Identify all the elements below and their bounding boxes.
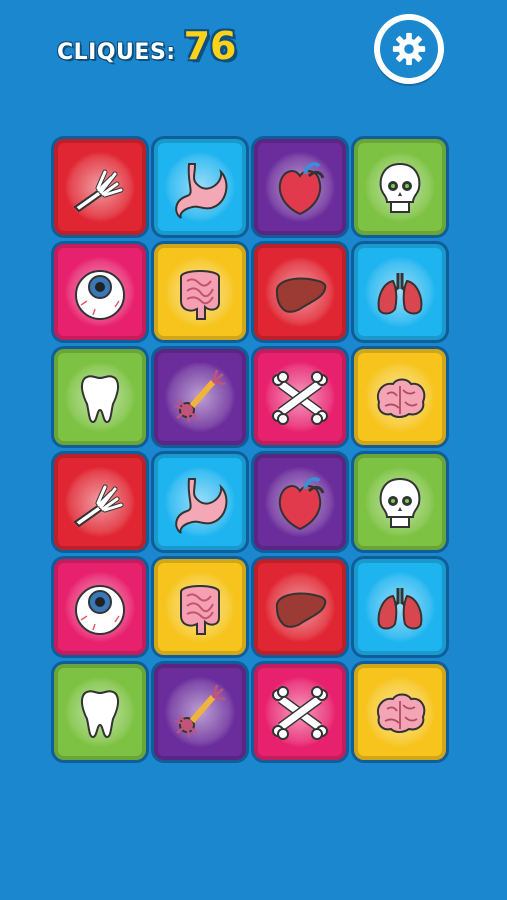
tooth-icon	[80, 690, 120, 739]
crossbones-icon	[272, 686, 328, 740]
memory-card[interactable]	[354, 139, 446, 235]
memory-card[interactable]	[254, 454, 346, 550]
skull-icon	[379, 477, 421, 528]
memory-card[interactable]	[354, 244, 446, 340]
skeleton-hand-icon	[73, 484, 124, 528]
card-grid	[52, 137, 450, 769]
memory-card[interactable]	[254, 139, 346, 235]
lungs-icon	[377, 273, 423, 315]
memory-card[interactable]	[354, 454, 446, 550]
stomach-icon	[175, 478, 228, 534]
click-counter: CLIQUES: 76	[57, 24, 236, 74]
memory-card[interactable]	[254, 664, 346, 760]
lungs-icon	[377, 588, 423, 630]
heart-icon	[278, 162, 325, 216]
memory-card[interactable]	[254, 349, 346, 445]
memory-card[interactable]	[154, 664, 246, 760]
brain-icon	[377, 378, 426, 418]
settings-button-face	[380, 20, 438, 78]
intestines-icon	[180, 585, 220, 635]
memory-card[interactable]	[54, 559, 146, 655]
neuron-icon	[174, 369, 226, 423]
memory-card[interactable]	[154, 559, 246, 655]
crossbones-icon	[272, 371, 328, 425]
memory-card[interactable]	[54, 454, 146, 550]
memory-card[interactable]	[354, 559, 446, 655]
memory-card[interactable]	[354, 664, 446, 760]
memory-card[interactable]	[154, 454, 246, 550]
liver-icon	[275, 277, 327, 313]
memory-card[interactable]	[154, 244, 246, 340]
memory-card[interactable]	[354, 349, 446, 445]
stomach-icon	[175, 163, 228, 219]
eyeball-icon	[75, 585, 125, 635]
memory-card[interactable]	[54, 664, 146, 760]
eyeball-icon	[75, 270, 125, 320]
skull-icon	[379, 162, 421, 213]
skeleton-hand-icon	[73, 169, 124, 213]
click-counter-label: CLIQUES:	[57, 40, 176, 65]
heart-icon	[278, 477, 325, 531]
settings-button[interactable]	[374, 14, 444, 84]
intestines-icon	[180, 270, 220, 320]
neuron-icon	[174, 684, 226, 738]
memory-card[interactable]	[154, 349, 246, 445]
memory-card[interactable]	[254, 559, 346, 655]
memory-card[interactable]	[54, 244, 146, 340]
liver-icon	[275, 592, 327, 628]
tooth-icon	[80, 375, 120, 424]
click-counter-value: 76	[183, 24, 237, 68]
memory-card[interactable]	[54, 139, 146, 235]
memory-card[interactable]	[54, 349, 146, 445]
hud: CLIQUES: 76	[0, 0, 507, 100]
memory-card[interactable]	[254, 244, 346, 340]
memory-card[interactable]	[154, 139, 246, 235]
gear-icon	[392, 32, 426, 66]
brain-icon	[377, 693, 426, 733]
